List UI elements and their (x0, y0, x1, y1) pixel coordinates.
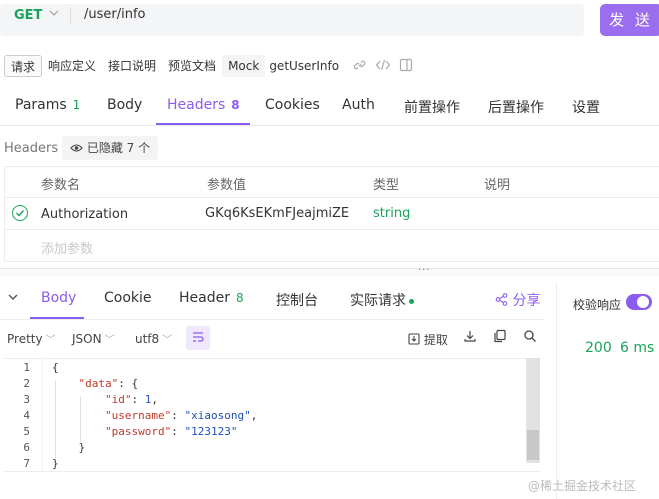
param-value[interactable]: GKq6KsEKmFJeajmiZE (205, 206, 349, 221)
tab-auth[interactable]: Auth (342, 97, 375, 113)
row-divider (5, 229, 659, 230)
divider (0, 319, 545, 320)
tab-settings[interactable]: 设置 (572, 97, 600, 117)
panel-splitter[interactable] (0, 268, 659, 276)
column-header-name: 参数名 (41, 178, 81, 193)
response-tab-cookie[interactable]: Cookie (104, 290, 152, 306)
subtab-response-definition[interactable]: 响应定义 (42, 55, 102, 77)
verify-response-label: 校验响应 (573, 298, 622, 312)
status-code: 200 (585, 340, 612, 356)
copy-icon[interactable] (493, 329, 507, 347)
tab-cookies[interactable]: Cookies (265, 97, 320, 113)
request-tabs: Params 1 Body Headers 8 Cookies Auth 前置操作 … (0, 88, 659, 126)
line-number: 6 (23, 441, 30, 454)
code-line: } (52, 441, 86, 454)
link-icon[interactable] (353, 58, 367, 75)
code-line: "id": 1, (104, 393, 158, 406)
method-select[interactable]: GET (14, 8, 42, 23)
subtab-request[interactable]: 请求 (4, 55, 43, 77)
line-number: 7 (23, 457, 30, 470)
watermark: @稀土掘金技术社区 (528, 479, 637, 493)
tab-headers[interactable]: Headers 8 (167, 97, 240, 113)
chevron-down-icon[interactable] (48, 6, 60, 23)
active-tab-indicator (156, 123, 250, 125)
tab-params[interactable]: Params 1 (15, 97, 80, 113)
hidden-headers-toggle[interactable]: 已隐藏 7 个 (62, 136, 159, 160)
headers-table: 参数名 参数值 类型 说明 Authorization GKq6KsEKmFJe… (4, 166, 659, 262)
code-line: "password": "123123" (104, 425, 238, 438)
url-input[interactable] (84, 7, 544, 22)
active-response-tab-indicator (30, 317, 84, 319)
gutter-divider (42, 359, 43, 471)
tab-post-processors[interactable]: 后置操作 (488, 97, 544, 117)
row-divider (5, 197, 659, 198)
response-tab-header[interactable]: Header 8 (179, 290, 244, 306)
headers-label: Headers (4, 141, 59, 156)
content-type-select[interactable]: JSON ﹀ (72, 331, 115, 346)
check-circle-icon[interactable] (12, 205, 28, 221)
response-tab-console[interactable]: 控制台 (276, 290, 318, 310)
format-select[interactable]: Pretty ﹀ (7, 331, 56, 346)
eye-icon (70, 141, 83, 155)
panel-icon[interactable] (399, 58, 413, 75)
encoding-select[interactable]: utf8 ﹀ (135, 331, 172, 346)
subtab-mock[interactable]: Mock (222, 55, 266, 77)
line-number: 2 (23, 377, 30, 390)
code-line: "username": "xiaosong", (104, 409, 258, 422)
wrap-icon[interactable] (186, 326, 210, 350)
tab-pre-processors[interactable]: 前置操作 (404, 97, 460, 117)
subtab-api-description[interactable]: 接口说明 (102, 55, 162, 77)
api-name[interactable]: getUserInfo (269, 55, 345, 77)
param-type[interactable]: string (373, 206, 410, 221)
subtab-preview-docs[interactable]: 预览文档 (162, 55, 222, 77)
column-header-value: 参数值 (207, 178, 247, 193)
doc-subtabs: 请求 响应定义 接口说明 预览文档 Mock getUserInfo (4, 54, 413, 78)
import-icon (408, 333, 420, 347)
drag-handle-icon[interactable]: ··· (418, 265, 431, 276)
line-number: 3 (23, 393, 30, 406)
code-icon[interactable] (375, 58, 391, 75)
divider (4, 471, 541, 472)
share-button[interactable]: 分享 (495, 290, 540, 310)
search-icon[interactable] (523, 329, 537, 347)
download-icon[interactable] (463, 329, 477, 347)
scrollbar-thumb[interactable] (527, 430, 539, 460)
response-tab-body[interactable]: Body (41, 290, 76, 306)
code-line: { (52, 361, 59, 374)
line-number: 5 (23, 425, 30, 438)
share-icon (495, 293, 508, 309)
column-header-type: 类型 (373, 178, 400, 193)
hidden-count-label: 已隐藏 7 个 (86, 141, 151, 155)
param-name[interactable]: Authorization (41, 207, 128, 222)
response-time: 6 ms (620, 340, 655, 356)
response-tab-actual-request[interactable]: 实际请求 (350, 290, 414, 310)
status-dot (409, 298, 414, 304)
extract-button[interactable]: 提取 (408, 331, 448, 348)
line-number: 4 (23, 409, 30, 422)
response-meta-panel (556, 282, 659, 499)
code-line: } (52, 457, 59, 470)
collapse-chevron-icon[interactable] (7, 291, 19, 306)
add-param-placeholder[interactable]: 添加参数 (41, 238, 93, 257)
toggle-knob (637, 296, 649, 308)
send-button[interactable]: 发 送 (600, 4, 659, 36)
column-header-description: 说明 (484, 178, 511, 193)
divider (70, 7, 71, 25)
line-number: 1 (23, 361, 30, 374)
tab-body[interactable]: Body (107, 97, 142, 113)
code-line: "data": { (78, 377, 139, 390)
